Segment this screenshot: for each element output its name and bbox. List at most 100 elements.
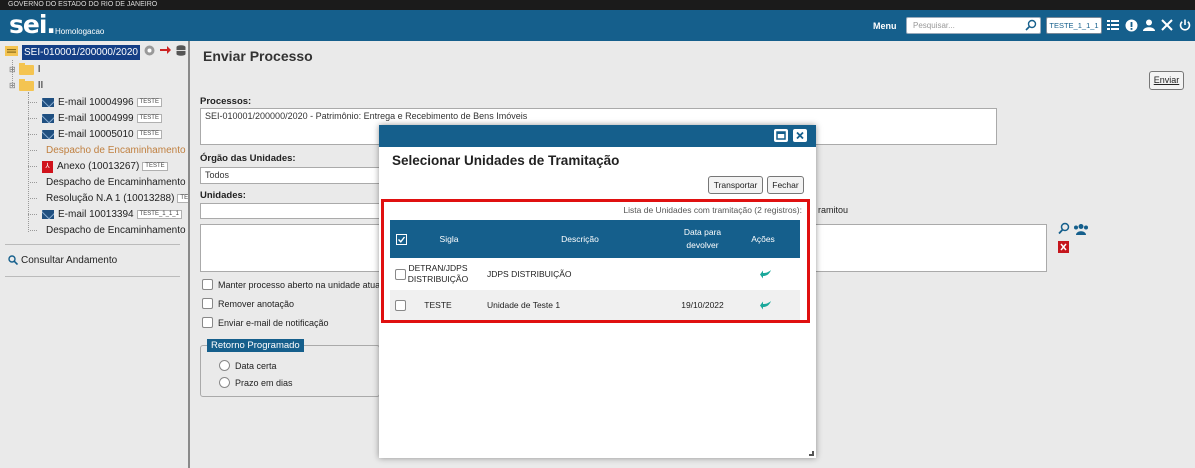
search-input[interactable]: Pesquisar... xyxy=(906,17,1041,34)
tree-item-email[interactable]: E-mail 10004999 TESTE xyxy=(28,111,162,126)
user-icon[interactable] xyxy=(1142,16,1156,34)
prazo-dias-radio[interactable]: Prazo em dias xyxy=(219,377,293,388)
col-acoes: Ações xyxy=(751,233,775,244)
unit-selector[interactable]: TESTE_1_1_1 xyxy=(1046,17,1102,34)
transfer-arrows-icon[interactable] xyxy=(159,45,172,61)
folder-label: II xyxy=(37,80,44,91)
tree-item-label[interactable]: E-mail 10004996 xyxy=(58,95,134,110)
remove-unit-icon[interactable] xyxy=(1058,241,1069,253)
power-icon[interactable] xyxy=(1178,16,1192,34)
modal-titlebar[interactable] xyxy=(379,125,816,147)
checkbox-box[interactable] xyxy=(202,279,213,290)
consult-andamento-link[interactable]: Consultar Andamento xyxy=(8,255,117,266)
close-icon[interactable] xyxy=(793,129,807,142)
tools-icon[interactable] xyxy=(1160,16,1174,34)
col-data-devolver[interactable]: Data para devolver xyxy=(675,220,730,258)
menu-grid-icon[interactable] xyxy=(1106,16,1120,34)
tree-item-email[interactable]: E-mail 10004996 TESTE xyxy=(28,95,162,110)
table-row[interactable]: TESTE Unidade de Teste 1 19/10/2022 xyxy=(390,290,800,320)
close-button[interactable]: Fechar xyxy=(767,176,804,194)
unit-tag: TESTE xyxy=(142,162,168,171)
checkbox-label: Remover anotação xyxy=(218,298,295,309)
checkbox-box[interactable] xyxy=(202,317,213,328)
government-banner: GOVERNO DO ESTADO DO RIO DE JANEIRO xyxy=(0,0,1195,10)
send-button[interactable]: Enviar xyxy=(1149,71,1184,90)
separator xyxy=(5,244,180,245)
tree-folder-ii[interactable]: ⊟ II xyxy=(9,78,43,93)
return-arrow-icon[interactable] xyxy=(760,259,772,289)
tree-item-email[interactable]: E-mail 10005010 TESTE xyxy=(28,127,162,142)
tree-item-label[interactable]: Despacho de Encaminhamento d xyxy=(46,223,188,238)
separator xyxy=(5,276,180,277)
select-all-checkbox[interactable] xyxy=(394,220,408,258)
checkbox-label: Manter processo aberto na unidade atual xyxy=(218,279,383,290)
folder-icon xyxy=(18,62,34,75)
unit-tag: TESTE xyxy=(136,130,162,139)
table-header: Sigla Descrição Data para devolver Ações xyxy=(390,220,800,258)
tree-item-label[interactable]: Anexo (10013267) xyxy=(57,159,139,174)
folder-open-icon xyxy=(18,78,34,91)
maximize-icon[interactable] xyxy=(774,129,788,142)
keep-open-checkbox[interactable]: Manter processo aberto na unidade atual xyxy=(202,279,382,290)
radio-label: Data certa xyxy=(235,360,277,371)
data-certa-radio[interactable]: Data certa xyxy=(219,360,277,371)
unidades-suffix-text: ramitou xyxy=(818,205,849,215)
row-descricao: JDPS DISTRIBUIÇÃO xyxy=(487,268,572,279)
tree-item-label[interactable]: Despacho de Encaminhamento d xyxy=(46,143,188,158)
users-group-icon[interactable] xyxy=(1073,223,1089,235)
email-notification-checkbox[interactable]: Enviar e-mail de notificação xyxy=(202,317,329,328)
menu-link[interactable]: Menu xyxy=(873,21,897,31)
table-caption: Lista de Unidades com tramitação (2 regi… xyxy=(623,205,802,215)
page-title: Enviar Processo xyxy=(203,48,313,64)
tree-item-label[interactable]: E-mail 10004999 xyxy=(58,111,134,126)
modal-title: Selecionar Unidades de Tramitação xyxy=(392,153,620,168)
email-icon xyxy=(42,114,54,123)
tree-item-document[interactable]: Despacho de Encaminhamento d xyxy=(30,175,188,190)
orgao-label: Órgão das Unidades: xyxy=(200,153,296,164)
tree-folder-i[interactable]: ⊞ I xyxy=(9,62,40,77)
search-placeholder: Pesquisar... xyxy=(913,21,955,30)
radio-button[interactable] xyxy=(219,377,230,388)
unit-tag: TESTE_1_1_1 xyxy=(136,210,182,219)
checkbox-box[interactable] xyxy=(202,298,213,309)
expand-plus-icon[interactable]: ⊞ xyxy=(9,62,16,77)
tree-item-label[interactable]: E-mail 10013394 xyxy=(58,207,134,222)
table-row[interactable]: DETRAN/JDPS DISTRIBUIÇÃO JDPS DISTRIBUIÇ… xyxy=(390,259,800,289)
database-icon[interactable] xyxy=(176,44,186,61)
relations-icon[interactable] xyxy=(144,45,155,61)
unit-tag: TESTE xyxy=(136,114,162,123)
processo-item[interactable]: SEI-010001/200000/2020 - Patrimônio: Ent… xyxy=(205,111,527,121)
tree-item-document[interactable]: Despacho de Encaminhamento d xyxy=(30,223,188,238)
tree-item-email[interactable]: E-mail 10013394 TESTE_1_1_1 xyxy=(28,207,182,222)
top-header: sei. Homologacao Menu Pesquisar... TESTE… xyxy=(0,10,1195,41)
row-descricao: Unidade de Teste 1 xyxy=(487,299,561,310)
tree-item-label[interactable]: Despacho de Encaminhamento d xyxy=(46,175,188,190)
return-arrow-icon[interactable] xyxy=(760,290,772,320)
tree-item-label[interactable]: E-mail 10005010 xyxy=(58,127,134,142)
tree-process-root[interactable]: SEI-010001/200000/2020 xyxy=(5,44,205,61)
remove-annotation-checkbox[interactable]: Remover anotação xyxy=(202,298,294,309)
radio-button[interactable] xyxy=(219,360,230,371)
unit-tag: TESTE xyxy=(136,98,162,107)
process-folder-icon xyxy=(5,45,18,61)
info-icon[interactable] xyxy=(1124,16,1138,34)
row-sigla: TESTE xyxy=(424,299,452,310)
unidades-input[interactable] xyxy=(200,203,380,219)
tree-item-document[interactable]: Resolução N.A 1 (10013288)TES xyxy=(30,191,188,206)
checkbox-label: Enviar e-mail de notificação xyxy=(218,317,329,328)
process-number[interactable]: SEI-010001/200000/2020 xyxy=(22,45,140,60)
col-descricao[interactable]: Descrição xyxy=(550,220,610,258)
resize-handle[interactable] xyxy=(809,451,814,456)
orgao-select[interactable]: Todos xyxy=(200,167,380,184)
retorno-programado-fieldset xyxy=(200,345,380,397)
search-unit-icon[interactable] xyxy=(1058,222,1071,235)
col-sigla[interactable]: Sigla xyxy=(424,220,474,258)
tree-item-pdf[interactable]: ⅄ Anexo (10013267) TESTE xyxy=(28,159,168,174)
search-icon[interactable] xyxy=(1025,19,1037,31)
search-icon xyxy=(8,255,19,266)
transport-button[interactable]: Transportar xyxy=(708,176,763,194)
tree-item-label[interactable]: Resolução N.A 1 (10013288) xyxy=(46,191,174,206)
collapse-minus-icon[interactable]: ⊟ xyxy=(9,78,16,93)
sei-logo[interactable]: sei. xyxy=(9,12,56,38)
tree-item-document[interactable]: Despacho de Encaminhamento d xyxy=(30,143,188,158)
